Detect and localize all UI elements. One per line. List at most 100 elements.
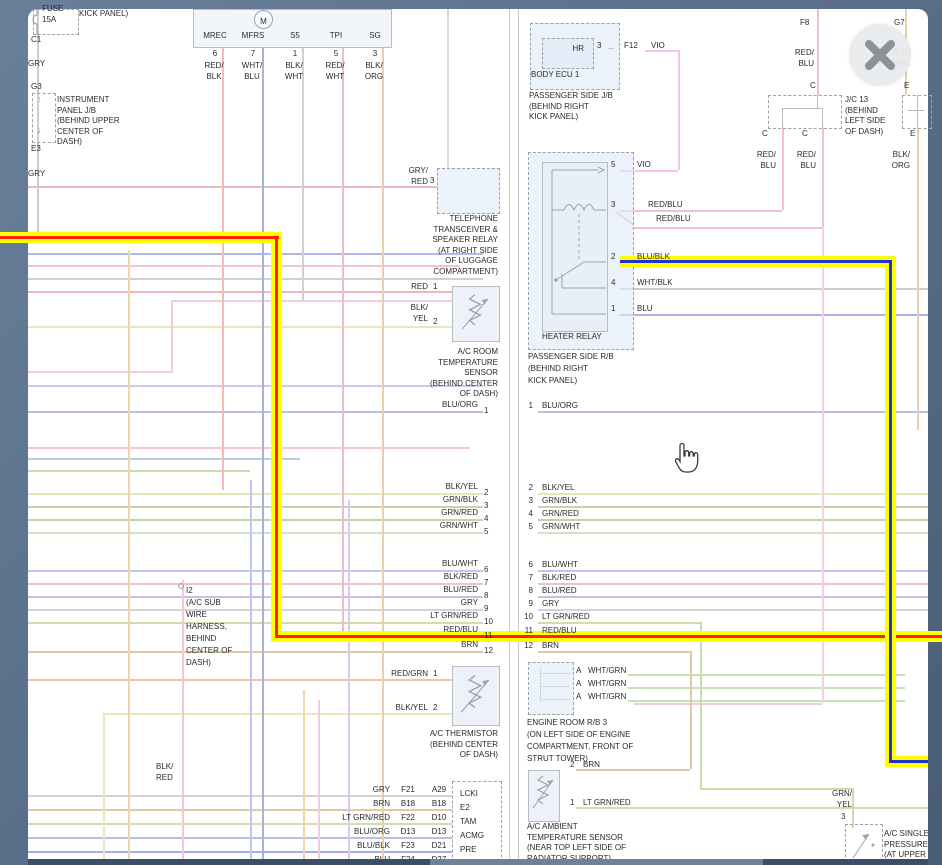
wire-label-blk-org: BLK/ ORG	[878, 150, 910, 171]
row-num: 10	[484, 617, 493, 628]
connector-pin: PRE	[460, 845, 476, 856]
wire-line	[447, 9, 449, 168]
pin-num: 3	[368, 49, 382, 60]
wire-line	[28, 458, 300, 460]
pin-c: C	[810, 81, 816, 92]
wire-label: BLK/ WHT	[278, 61, 310, 82]
wire-line	[28, 278, 483, 280]
row-label: BRN	[542, 641, 559, 652]
connector-pin: E2	[460, 803, 470, 814]
pin-num: 4	[611, 278, 615, 289]
pin-num: 1	[433, 282, 437, 293]
table-wire: BRN	[290, 799, 390, 810]
wire-line	[302, 46, 304, 300]
pin-e: E	[910, 129, 915, 140]
wire-line	[28, 622, 483, 624]
row-label: GRN/RED	[542, 509, 579, 520]
wire-label: WHT/GRN	[588, 679, 626, 690]
pin-num: 6	[208, 49, 222, 60]
scrollbar-track[interactable]	[28, 859, 928, 865]
wire-label-grn-yel: GRN/ YEL	[820, 789, 852, 810]
pin-num: 1	[570, 798, 574, 809]
passenger-jb-label: PASSENGER SIDE J/B (BEHIND RIGHT KICK PA…	[529, 91, 613, 123]
row-num: 8	[517, 586, 533, 597]
row-num: 11	[484, 631, 492, 642]
wire-label: BLU	[637, 304, 653, 315]
pin-num: 1	[433, 669, 437, 680]
row-label: LT GRN/RED	[542, 612, 590, 623]
wire-line	[28, 532, 483, 534]
connector-pin: LCKI	[460, 789, 478, 800]
thermistor-icon	[452, 666, 498, 724]
wire-label: WHT/GRN	[588, 692, 626, 703]
row-label: BLU/ORG	[358, 400, 478, 411]
wire-line	[28, 371, 171, 373]
pin-num: 3	[841, 812, 845, 823]
wire-label-red-grn: RED/GRN	[388, 669, 428, 680]
row-label: BLU/ORG	[542, 401, 578, 412]
pin-name: MREC	[197, 31, 233, 42]
pin-num: 2	[570, 760, 574, 771]
pin-c: C	[802, 129, 808, 140]
close-button[interactable]	[849, 24, 911, 86]
kick-panel-label: KICK PANEL)	[79, 9, 128, 20]
pin-num: 2	[433, 703, 437, 714]
pin-num: 1	[611, 304, 615, 315]
wire-line	[538, 570, 928, 572]
wire-line	[538, 506, 928, 508]
pin-a: A	[576, 666, 581, 677]
wire-line	[620, 210, 782, 212]
pin-num: 7	[246, 49, 260, 60]
pin-name: TPI	[318, 31, 354, 42]
row-label: BLU/WHT	[358, 559, 478, 570]
wire-line	[538, 411, 928, 413]
wire-line	[634, 227, 822, 229]
wire-line	[538, 493, 928, 495]
wire-line	[518, 9, 519, 859]
row-num: 11	[517, 626, 533, 637]
arrow-right-icon: →	[606, 43, 615, 52]
pin-name: SG	[357, 31, 393, 42]
connector-g3: G3	[31, 82, 42, 93]
wire-line	[917, 127, 919, 430]
hr-pin-label: HR	[560, 44, 584, 55]
wire-label: BRN	[583, 760, 600, 771]
fuse-label: FUSE 15A	[42, 4, 63, 25]
thermistor-icon	[452, 286, 498, 340]
pin-num: 3	[430, 176, 434, 187]
arrow-up-icon: ↑	[37, 95, 42, 104]
arrow-down-icon: ↓	[37, 126, 42, 135]
room-temp-sensor-label: A/C ROOM TEMPERATURE SENSOR (BEHIND CENT…	[388, 347, 498, 400]
wire-label-blk-yel: BLK/ YEL	[398, 303, 428, 324]
wire-line	[342, 46, 344, 640]
wire-label: VIO	[637, 160, 651, 171]
wire-line	[822, 127, 824, 227]
ambient-sensor-label: A/C AMBIENT TEMPERATURE SENSOR (NEAR TOP…	[527, 822, 626, 864]
row-label: GRN/WHT	[358, 521, 478, 532]
wire-label-gry-red: GRY/ RED	[392, 166, 428, 187]
wire-label-red: RED	[398, 282, 428, 293]
wire-label-blk-red: BLK/ RED	[156, 762, 173, 783]
wire-line	[128, 250, 130, 859]
scrollbar-thumb[interactable]	[430, 859, 763, 865]
row-label: RED/BLU	[542, 626, 577, 637]
wire-line	[538, 519, 928, 521]
wire-label-vio: VIO	[651, 41, 665, 52]
junction-dot-icon	[178, 583, 184, 589]
pressure-switch-icon	[845, 824, 881, 864]
wire-line	[538, 609, 928, 611]
jc13-label: J/C 13 (BEHIND LEFT SIDE OF DASH)	[845, 95, 885, 137]
row-label: LT GRN/RED	[358, 611, 478, 622]
i2-harness-label: I2 (A/C SUB WIRE HARNESS, BEHIND CENTER …	[186, 585, 232, 669]
row-num: 5	[484, 527, 488, 538]
wire-line	[509, 9, 510, 859]
wire-core-blue	[889, 760, 928, 763]
wire-line	[28, 265, 460, 267]
jc13-box-right	[902, 95, 932, 129]
telephone-relay-label: TELEPHONE TRANSCEIVER & SPEAKER RELAY (A…	[398, 214, 498, 277]
row-label: BLU/RED	[542, 586, 577, 597]
row-num: 3	[517, 496, 533, 507]
row-num: 12	[517, 641, 533, 652]
row-num: 4	[517, 509, 533, 520]
wire-line	[28, 326, 452, 328]
